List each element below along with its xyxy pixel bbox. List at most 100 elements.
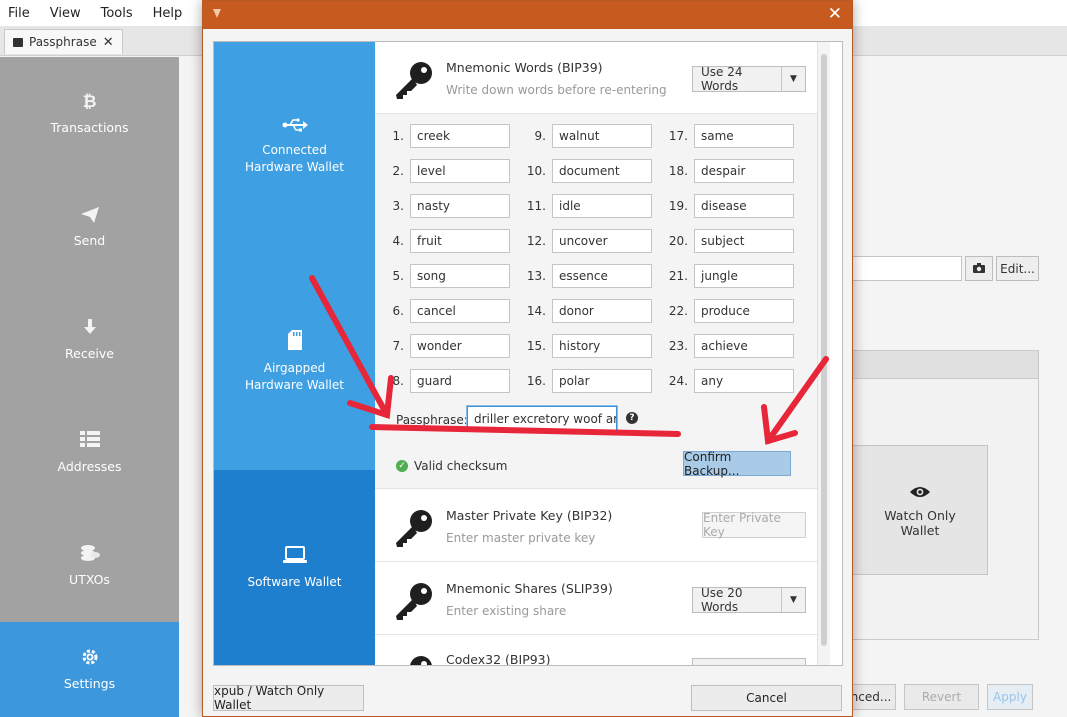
word-input[interactable]: achieve <box>694 334 794 358</box>
word-index: 11. <box>526 199 546 213</box>
word-entry: 5. song <box>380 264 510 288</box>
word-input[interactable]: essence <box>552 264 652 288</box>
word-entry: 22. produce <box>664 299 794 323</box>
enter-private-key-button[interactable]: Enter Private Key <box>702 511 806 539</box>
word-input[interactable]: disease <box>694 194 794 218</box>
word-index: 7. <box>392 339 404 353</box>
codex32-title: Codex32 (BIP93) <box>446 652 551 666</box>
slip39-word-count-value: Use 20 Words <box>701 586 743 614</box>
word-entry: 21. jungle <box>664 264 794 288</box>
dialog-close-button[interactable]: ✕ <box>828 4 842 24</box>
word-input[interactable]: guard <box>410 369 510 393</box>
key-icon <box>396 510 432 547</box>
word-input[interactable]: any <box>694 369 794 393</box>
nav-label: Send <box>73 233 106 248</box>
menu-tools[interactable]: Tools <box>101 6 133 21</box>
edit-button[interactable]: Edit... <box>996 256 1039 281</box>
tab-close-button[interactable]: ✕ <box>103 35 114 50</box>
app-icon <box>211 7 225 21</box>
word-index: 2. <box>392 164 404 178</box>
word-input[interactable]: wonder <box>410 334 510 358</box>
word-input[interactable]: idle <box>552 194 652 218</box>
word-input[interactable]: song <box>410 264 510 288</box>
word-entry: 24. any <box>664 369 794 393</box>
scrollbar-thumb[interactable] <box>821 54 827 646</box>
word-input[interactable]: nasty <box>410 194 510 218</box>
import-type-sidebar: Connected Hardware Wallet Airgapped Hard… <box>214 42 375 665</box>
cancel-button[interactable]: Cancel <box>691 685 842 711</box>
word-input[interactable]: cancel <box>410 299 510 323</box>
watch-only-card[interactable]: Watch Only Wallet <box>852 445 988 575</box>
keystore-field[interactable] <box>852 256 962 281</box>
confirm-backup-button[interactable]: Confirm Backup... <box>683 450 791 478</box>
settings-icon <box>81 648 99 668</box>
eye-icon <box>909 483 931 504</box>
xpub-watch-only-button[interactable]: xpub / Watch Only Wallet <box>213 684 364 712</box>
word-input[interactable]: same <box>694 124 794 148</box>
word-entry: 17. same <box>664 124 794 148</box>
bip39-subtitle: Write down words before re-entering <box>446 83 667 97</box>
check-circle-icon: ✓ <box>396 460 408 472</box>
word-index: 23. <box>668 339 688 353</box>
word-entry: 8. guard <box>380 369 510 393</box>
camera-icon <box>973 262 985 276</box>
slip39-word-count-select[interactable]: Use 20 Words ▼ <box>692 586 806 614</box>
nav-label: Receive <box>65 346 114 361</box>
word-index: 17. <box>668 129 688 143</box>
word-index: 16. <box>526 374 546 388</box>
help-icon[interactable]: ? <box>626 412 638 424</box>
word-input[interactable]: donor <box>552 299 652 323</box>
sidebar-item-software[interactable]: Software Wallet <box>214 470 375 665</box>
word-input[interactable]: subject <box>694 229 794 253</box>
word-input[interactable]: jungle <box>694 264 794 288</box>
nav-utxos[interactable]: UTXOs <box>0 509 179 622</box>
receive-icon <box>81 318 99 338</box>
keystore-options: Mnemonic Words (BIP39) Write down words … <box>375 42 830 666</box>
word-input[interactable]: creek <box>410 124 510 148</box>
word-input[interactable]: document <box>552 159 652 183</box>
menu-view[interactable]: View <box>50 6 81 21</box>
nav-transactions[interactable]: ₿ Transactions <box>0 57 179 170</box>
word-index: 12. <box>526 234 546 248</box>
sidebar-item-airgapped[interactable]: Airgapped Hardware Wallet <box>214 317 375 407</box>
word-entry: 16. polar <box>522 369 652 393</box>
bip39-word-count-select[interactable]: Use 24 Words ▼ <box>692 65 806 93</box>
word-entry: 3. nasty <box>380 194 510 218</box>
scrollbar[interactable] <box>817 42 830 665</box>
menu-help[interactable]: Help <box>153 6 183 21</box>
passphrase-input[interactable]: driller excretory woof argu <box>467 406 617 431</box>
word-input[interactable]: despair <box>694 159 794 183</box>
slip39-title: Mnemonic Shares (SLIP39) <box>446 581 613 596</box>
bip39-title: Mnemonic Words (BIP39) <box>446 60 603 75</box>
menu-file[interactable]: File <box>8 6 30 21</box>
revert-button[interactable]: Revert <box>904 684 979 710</box>
word-index: 10. <box>526 164 546 178</box>
word-index: 5. <box>392 269 404 283</box>
word-input[interactable]: uncover <box>552 229 652 253</box>
word-input[interactable]: polar <box>552 369 652 393</box>
word-entry: 9. walnut <box>522 124 652 148</box>
word-index: 8. <box>392 374 404 388</box>
codex32-select[interactable] <box>692 658 806 665</box>
keystore-panel-header <box>853 351 1038 379</box>
camera-button[interactable] <box>965 256 993 281</box>
word-input[interactable]: history <box>552 334 652 358</box>
bip32-title: Master Private Key (BIP32) <box>446 508 613 523</box>
nav-addresses[interactable]: Addresses <box>0 396 179 509</box>
word-input[interactable]: produce <box>694 299 794 323</box>
sidebar-label: Connected Hardware Wallet <box>245 143 344 174</box>
main-nav: ₿ Transactions Send Receive Addresses UT… <box>0 57 179 717</box>
watch-only-label: Watch Only Wallet <box>884 507 956 538</box>
nav-send[interactable]: Send <box>0 170 179 283</box>
word-input[interactable]: fruit <box>410 229 510 253</box>
tab-passphrase[interactable]: Passphrase ✕ <box>4 29 123 54</box>
nav-settings[interactable]: Settings <box>0 622 179 717</box>
apply-button[interactable]: Apply <box>987 684 1033 710</box>
word-input[interactable]: level <box>410 159 510 183</box>
nav-receive[interactable]: Receive <box>0 283 179 396</box>
advanced-button[interactable]: nced... <box>846 684 896 710</box>
word-entry: 7. wonder <box>380 334 510 358</box>
word-entry: 10. document <box>522 159 652 183</box>
sidebar-item-connected[interactable]: Connected Hardware Wallet <box>214 102 375 192</box>
word-input[interactable]: walnut <box>552 124 652 148</box>
